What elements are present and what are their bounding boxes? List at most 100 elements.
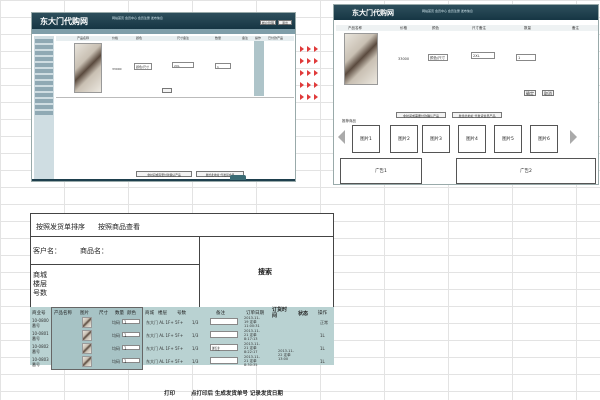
left-divider: [56, 97, 294, 98]
row-qty-input[interactable]: 1: [122, 358, 140, 364]
left-sidebar-item[interactable]: [35, 93, 53, 97]
left-sidebar-item[interactable]: [35, 39, 53, 43]
arrow-icon: [307, 94, 311, 100]
col-header: 商业号: [32, 311, 46, 316]
left-nav-text[interactable]: 网站首页 会员中心 会员注册 发布信息: [112, 16, 163, 20]
right-ok-button[interactable]: 确定: [524, 90, 536, 96]
search-button[interactable]: 搜索: [258, 267, 272, 277]
right-quantity-input[interactable]: 1: [516, 54, 536, 61]
sort-by-ship-link[interactable]: 按照发货单排序: [36, 222, 85, 232]
row-qty-input[interactable]: 1: [122, 345, 140, 351]
row-note-input[interactable]: 附注: [210, 344, 238, 351]
left-sidebar-item[interactable]: [35, 81, 53, 85]
customer-row-divider: [31, 264, 199, 265]
ad-banner[interactable]: 广告1: [340, 158, 422, 184]
left-sidebar: [34, 36, 54, 179]
left-sidebar-item[interactable]: [35, 75, 53, 79]
arrow-icon: [300, 94, 304, 100]
left-footer-tab: [230, 175, 246, 180]
row-note-input[interactable]: [210, 331, 238, 338]
right-color-select[interactable]: 颜色/尺寸: [428, 54, 448, 61]
gallery-item[interactable]: 图片3: [422, 125, 450, 153]
row-qty-input[interactable]: 1: [122, 319, 140, 325]
row-qty-input[interactable]: 1: [122, 332, 140, 338]
row-note-input[interactable]: [210, 318, 238, 325]
right-cancel-button[interactable]: 取消: [542, 90, 554, 96]
gallery-item[interactable]: 图片2: [390, 125, 418, 153]
left-subbar: [32, 29, 295, 34]
arrow-icon: [307, 58, 311, 64]
col-header: 号数: [177, 311, 186, 316]
right-gallery-title: 推荐商品: [342, 119, 356, 123]
left-sidebar-item[interactable]: [35, 111, 53, 115]
col-header: 状态: [298, 311, 309, 317]
row-note-input[interactable]: [210, 357, 238, 364]
row-qty: 1: [124, 333, 127, 338]
left-logo: 东大门代购网: [40, 17, 88, 26]
row-size: 均码: [112, 359, 120, 364]
row-date: 2013-11-21 定单 8:30:35: [244, 355, 260, 367]
gallery-item[interactable]: 图片4: [458, 125, 486, 153]
left-sidebar-item[interactable]: [35, 87, 53, 91]
gallery-next-icon[interactable]: [570, 130, 577, 144]
gallery-item[interactable]: 图片6: [530, 125, 558, 153]
left-account-button[interactable]: 帐户管理: [260, 20, 276, 25]
left-sidebar-item[interactable]: [35, 45, 53, 49]
right-product-image: [344, 33, 378, 85]
right-bottom-button-1[interactable]: 非时间或需要付款确认产品: [396, 112, 446, 118]
arrow-icon: [314, 82, 318, 88]
left-quantity-input[interactable]: 1: [215, 63, 231, 69]
right-col-header: 备注: [572, 26, 579, 30]
left-size-input[interactable]: 2XL: [172, 62, 194, 68]
right-screenshot: 东大门代购网 网站首页 会员中心 会员注册 发布信息 产品名称 价格 颜色 尺寸…: [333, 4, 599, 185]
row-date: 2013-11-19 定单 11:00:31: [244, 316, 260, 328]
customer-label: 客户名：: [33, 247, 61, 255]
right-col-header: 价格: [400, 26, 407, 30]
left-color-select[interactable]: 颜色/尺寸: [134, 63, 152, 70]
gallery-item[interactable]: 图片5: [494, 125, 522, 153]
left-sidebar-item[interactable]: [35, 69, 53, 73]
row-mall: 东大门 AL 1F+ 5F+: [146, 320, 184, 325]
arrow-icon: [314, 94, 318, 100]
left-sidebar-item[interactable]: [35, 57, 53, 61]
right-logo: 东大门代购网: [352, 9, 394, 17]
left-logout-button[interactable]: 退出: [278, 20, 292, 25]
row-mall: 东大门 AL 1F+ 5F+: [146, 333, 184, 338]
left-price: 33000: [112, 67, 122, 71]
row-size: 均码: [112, 320, 120, 325]
row-thumbnail: [82, 330, 92, 341]
ad-banner[interactable]: 广告2: [456, 158, 596, 184]
col-header: 图片: [80, 311, 89, 316]
row-id: 10-0801 番号: [32, 331, 49, 341]
left-size-value: 2XL: [174, 64, 180, 68]
right-nav-text[interactable]: 网站首页 会员中心 会员注册 发布信息: [422, 9, 473, 13]
left-sidebar-item[interactable]: [35, 51, 53, 55]
left-confirm-button[interactable]: [162, 88, 172, 93]
left-product-image: [74, 43, 102, 93]
sort-row-divider: [31, 236, 333, 237]
left-col-header: 备注: [242, 36, 249, 40]
left-col-header: 操作: [255, 36, 262, 40]
right-col-header: 数量: [524, 26, 531, 30]
left-color-value: 颜色/尺寸: [136, 65, 150, 69]
row-qty: 1: [124, 359, 127, 364]
gallery-prev-icon[interactable]: [338, 130, 345, 144]
left-col-header: 产品名称: [77, 36, 90, 40]
row-date: 2013-11-21 定单 8:17:13: [244, 329, 260, 341]
left-sidebar-item[interactable]: [35, 99, 53, 103]
right-size-input[interactable]: 2XL: [471, 52, 495, 59]
row-id: 10-0803 番号: [32, 357, 49, 367]
row-mall: 东大门 AL 1F+ 5F+: [146, 359, 184, 364]
left-sidebar-item[interactable]: [35, 105, 53, 109]
right-bottom-button-2[interactable]: 发给此地址 代发货会员产品: [452, 112, 502, 118]
gallery-item[interactable]: 图片1: [352, 125, 380, 153]
col-header: 订货时间: [272, 307, 288, 319]
row-floor: 1/3: [192, 359, 199, 364]
print-link[interactable]: 打印: [164, 389, 175, 397]
left-sidebar-item[interactable]: [35, 63, 53, 67]
col-header: 尺寸: [99, 311, 108, 316]
right-size-value: 2XL: [473, 54, 480, 58]
sort-by-product-link[interactable]: 按照商品查看: [98, 222, 140, 232]
left-bottom-button-1[interactable]: 非时间或需要付款确认产品: [136, 171, 192, 177]
col-header: 楼层: [158, 311, 167, 316]
